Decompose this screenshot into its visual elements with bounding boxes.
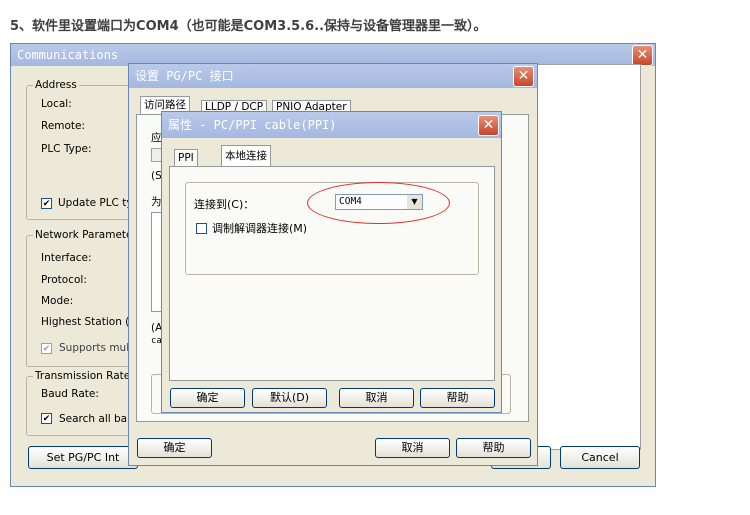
pgpc-titlebar: 设置 PG/PC 接口 xyxy=(129,64,537,88)
protocol-label: Protocol: xyxy=(41,274,87,286)
communications-close-icon[interactable]: ✕ xyxy=(632,45,653,66)
props-cancel-button[interactable]: 取消 xyxy=(339,388,414,408)
update-plc-checkbox[interactable]: ✔ xyxy=(41,198,52,209)
pgpc-title: 设置 PG/PC 接口 xyxy=(135,69,234,83)
communications-title: Communications xyxy=(17,48,119,62)
connect-to-label: 连接到(C)： xyxy=(194,198,255,211)
highlight-ellipse xyxy=(307,182,450,224)
update-plc-label: Update PLC ty xyxy=(58,197,133,209)
partial-label-1: 应 xyxy=(151,132,162,144)
supports-multi-checkbox[interactable]: ✔ xyxy=(41,343,52,354)
comm-cancel-button[interactable]: Cancel xyxy=(560,446,640,469)
props-help-button[interactable]: 帮助 xyxy=(420,388,495,408)
pgpc-close-icon[interactable]: ✕ xyxy=(513,66,534,87)
highest-station-label: Highest Station (H xyxy=(41,316,138,328)
props-default-button[interactable]: 默认(D) xyxy=(252,388,327,408)
plc-type-label: PLC Type: xyxy=(41,143,92,155)
tab-local-connection[interactable]: 本地连接 xyxy=(221,145,271,166)
communications-right-panel xyxy=(523,64,641,450)
transmission-group xyxy=(26,376,136,436)
address-group-label: Address xyxy=(33,79,79,91)
network-group-label: Network Parameter xyxy=(33,229,139,241)
tab-ppi[interactable]: PPI xyxy=(174,149,198,166)
remote-label: Remote: xyxy=(41,120,86,132)
instruction-caption: 5、软件里设置端口为COM4（也可能是COM3.5.6..保持与设备管理器里一致… xyxy=(10,19,487,34)
mode-label: Mode: xyxy=(41,295,74,307)
props-ok-button[interactable]: 确定 xyxy=(170,388,245,408)
pgpc-help-button[interactable]: 帮助 xyxy=(456,438,531,458)
baud-rate-label: Baud Rate: xyxy=(41,388,99,400)
modem-label: 调制解调器连接(M) xyxy=(212,222,308,235)
pgpc-ok-button[interactable]: 确定 xyxy=(137,438,212,458)
pgpc-cancel-button[interactable]: 取消 xyxy=(375,438,450,458)
transmission-group-label: Transmission Rate xyxy=(33,370,133,382)
interface-label: Interface: xyxy=(41,252,92,264)
supports-multi-label: Supports multi xyxy=(59,342,137,354)
properties-titlebar: 属性 - PC/PPI cable(PPI) xyxy=(162,112,501,138)
modem-checkbox[interactable] xyxy=(196,223,207,234)
search-all-checkbox[interactable]: ✔ xyxy=(41,413,52,424)
properties-title: 属性 - PC/PPI cable(PPI) xyxy=(168,118,337,132)
search-all-label: Search all bau xyxy=(59,413,134,425)
set-pgpc-button[interactable]: Set PG/PC Int xyxy=(28,446,138,469)
local-label: Local: xyxy=(41,98,72,110)
partial-label-3: 为 xyxy=(151,196,162,208)
properties-close-icon[interactable]: ✕ xyxy=(478,115,499,136)
properties-window: 属性 - PC/PPI cable(PPI) ✕ PPI 本地连接 连接到(C)… xyxy=(161,111,502,413)
